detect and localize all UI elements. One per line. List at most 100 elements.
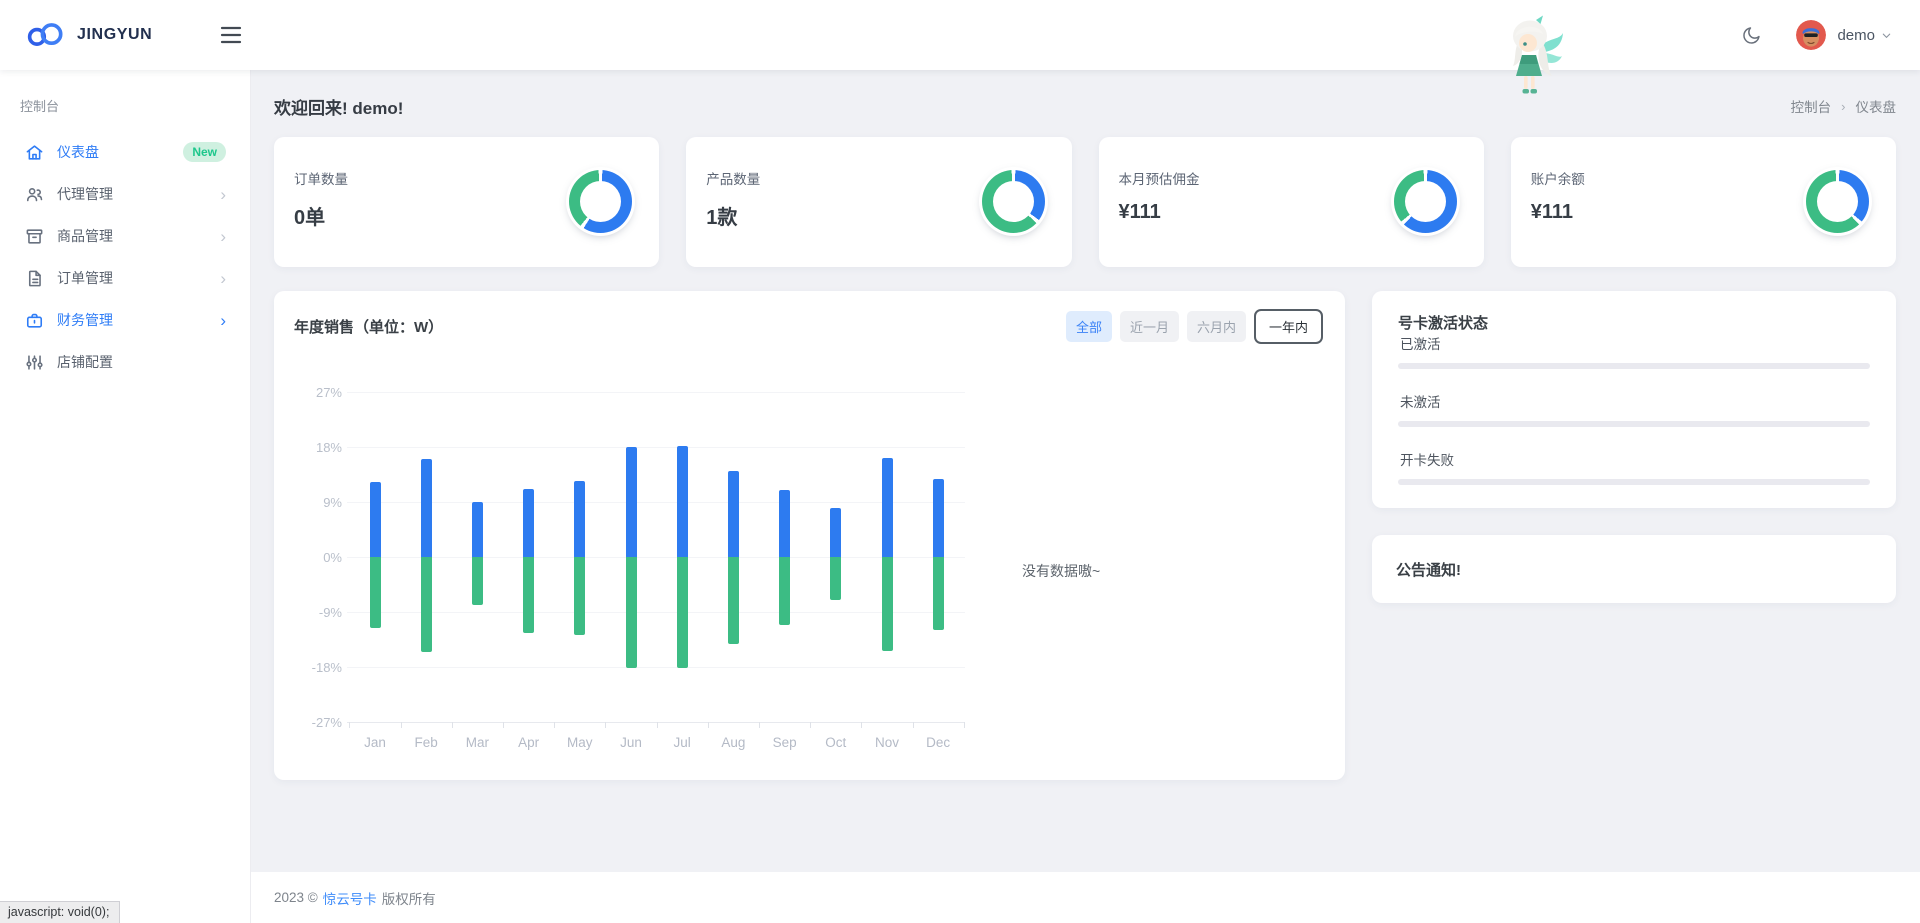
chevron-right-icon: ›: [220, 226, 226, 246]
x-axis-tick: [554, 722, 556, 728]
bar-positive: [676, 446, 688, 557]
users-icon: [25, 185, 44, 204]
cloud-logo-icon: [26, 21, 68, 49]
card-announcements: 公告通知!: [1372, 535, 1896, 603]
bar-positive: [881, 458, 893, 557]
filter-six-months-button[interactable]: 六月内: [1186, 311, 1246, 342]
stat-card-balance: 账户余额 ¥111: [1510, 137, 1896, 267]
progress-bar: [1398, 421, 1870, 427]
y-axis-tick-label: -18%: [311, 660, 342, 675]
x-axis-tick-label: Apr: [518, 735, 540, 750]
bar-positive: [830, 508, 842, 557]
y-axis-tick-label: 18%: [315, 440, 342, 455]
footer-rights: 版权所有: [381, 891, 436, 907]
sidebar-item-label: 代理管理: [57, 186, 113, 202]
filter-last-month-button[interactable]: 近一月: [1119, 311, 1179, 342]
bar-negative: [727, 557, 739, 644]
y-gridline: [347, 612, 965, 613]
x-axis-tick-label: May: [567, 735, 593, 750]
bar-negative: [881, 557, 893, 651]
annual-sales-chart-card: 年度销售（单位：W） 全部 近一月 六月内 一年内 27% 18% 9% 0% -9% -…: [274, 291, 1345, 780]
bar-positive: [779, 489, 791, 557]
breadcrumb-current: 仪表盘: [1855, 100, 1897, 115]
page-title: 欢迎回来! demo!: [274, 98, 404, 118]
briefcase-icon: [25, 311, 44, 330]
brand-logo[interactable]: JINGYUN: [0, 21, 212, 49]
sidebar-item-agents[interactable]: 代理管理 ›: [0, 173, 250, 215]
breadcrumb-root[interactable]: 控制台: [1791, 96, 1832, 116]
bar-positive: [471, 502, 483, 557]
x-axis-tick: [759, 722, 760, 728]
x-axis-tick: [503, 722, 504, 728]
x-axis-tick-label: Dec: [926, 735, 951, 750]
chevron-right-icon: ›: [220, 310, 226, 330]
x-axis-tick: [707, 722, 709, 728]
home-icon: [25, 143, 44, 162]
x-axis-tick: [400, 722, 402, 728]
sidebar-item-label: 财务管理: [57, 312, 113, 328]
filter-one-year-button[interactable]: 一年内: [1253, 309, 1323, 344]
sliders-icon: [25, 353, 44, 372]
y-axis-tick-label: 0%: [323, 550, 342, 565]
bar-positive: [523, 488, 535, 557]
x-axis-tick-label: Feb: [414, 735, 438, 750]
sidebar-item-label: 订单管理: [57, 270, 113, 286]
x-axis-tick: [861, 722, 863, 728]
y-gridline: [347, 447, 965, 448]
progress-bar: [1398, 363, 1870, 369]
footer: 2023 © 惊云号卡 版权所有: [250, 872, 1920, 923]
y-axis-tick-label: 9%: [323, 495, 342, 510]
user-avatar[interactable]: [1796, 20, 1827, 50]
donut-chart: [569, 170, 633, 233]
x-axis-tick-label: Jul: [673, 735, 691, 750]
donut-chart: [981, 170, 1045, 233]
y-gridline: [347, 502, 965, 503]
new-badge: New: [183, 142, 226, 162]
sidebar-item-label: 店铺配置: [57, 354, 113, 370]
x-axis-tick-label: Sep: [772, 735, 797, 750]
x-axis-tick-label: Jun: [620, 735, 642, 750]
sidebar-item-products[interactable]: 商品管理 ›: [0, 215, 250, 257]
stats-row: 订单数量 0单 产品数量 1款 本月预估佣金 ¥111 账户余额 ¥111: [274, 137, 1896, 267]
menu-toggle-icon[interactable]: [220, 26, 242, 44]
donut-chart: [1806, 170, 1869, 233]
bar-negative: [830, 557, 842, 600]
mascot-image: [1506, 12, 1564, 103]
box-icon: [25, 227, 44, 246]
sidebar-item-dashboard[interactable]: 仪表盘 New: [0, 131, 250, 173]
bar-negative: [625, 557, 637, 668]
sidebar: 控制台 仪表盘 New 代理管理 › 商品管理 › 订单管理 › 财务管理 › …: [0, 70, 250, 923]
dark-mode-icon[interactable]: [1741, 25, 1762, 46]
x-axis-tick-label: Mar: [465, 735, 490, 750]
breadcrumb-separator: ›: [1841, 98, 1846, 114]
x-axis-tick-label: Aug: [721, 735, 746, 750]
header-actions: demo: [1741, 20, 1920, 50]
filter-all-button[interactable]: 全部: [1065, 311, 1112, 342]
sidebar-item-finance[interactable]: 财务管理 ›: [0, 299, 250, 341]
panel-title: 号卡激活状态: [1398, 315, 1489, 332]
chevron-right-icon: ›: [220, 268, 226, 288]
y-axis-tick-label: 27%: [315, 385, 342, 400]
x-axis-tick: [451, 722, 453, 728]
bar-negative: [779, 557, 791, 626]
x-axis-tick: [963, 722, 965, 728]
y-gridline: [347, 557, 965, 558]
bar-negative: [574, 557, 586, 635]
sidebar-item-label: 仪表盘: [57, 144, 99, 160]
activation-item-failed: 开卡失败: [1398, 449, 1870, 485]
x-axis-tick-label: Jan: [364, 735, 386, 750]
sidebar-item-label: 商品管理: [57, 228, 113, 244]
stat-card-products: 产品数量 1款: [686, 137, 1072, 267]
sidebar-item-shop-config[interactable]: 店铺配置: [0, 341, 250, 383]
progress-bar: [1398, 479, 1870, 485]
sidebar-item-orders[interactable]: 订单管理 ›: [0, 257, 250, 299]
footer-brand-link[interactable]: 惊云号卡: [323, 888, 377, 908]
bar-positive: [727, 471, 739, 557]
x-axis-tick: [605, 722, 607, 728]
x-axis-tick: [810, 722, 812, 728]
bar-positive: [369, 481, 381, 557]
footer-year: 2023 ©: [274, 890, 318, 905]
chart-title: 年度销售（单位：W）: [294, 319, 444, 336]
chevron-down-icon[interactable]: [1881, 30, 1892, 41]
user-menu[interactable]: demo: [1837, 27, 1875, 44]
